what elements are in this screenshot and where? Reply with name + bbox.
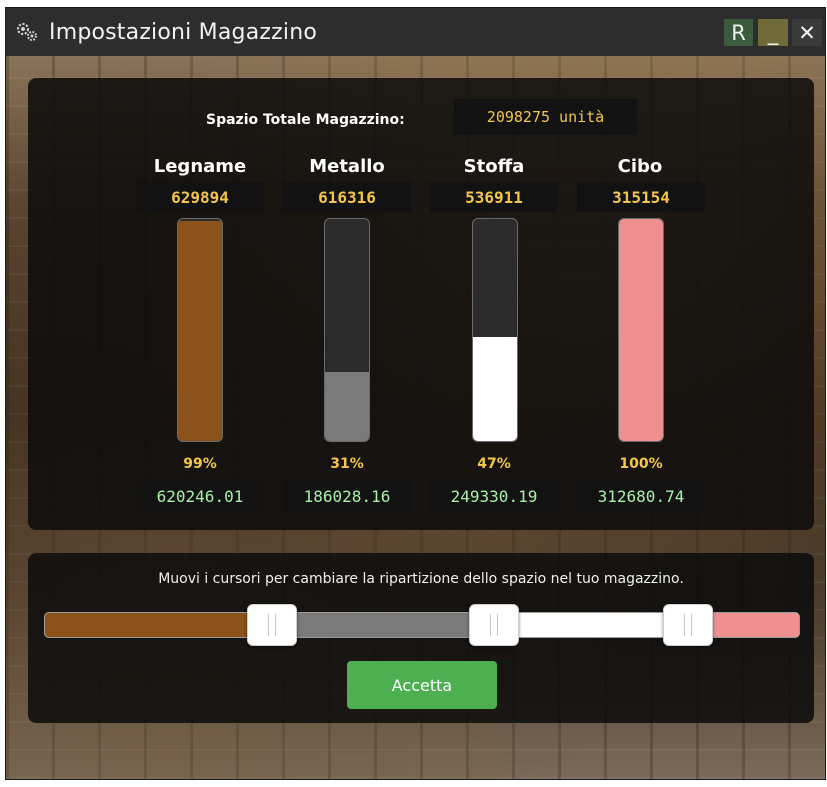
- minimize-button[interactable]: _: [758, 19, 788, 46]
- resource-name-stoffa: Stoffa: [463, 156, 525, 177]
- allocation-segment-stoffa: [492, 613, 686, 637]
- total-space-value: 2098275 unità: [454, 99, 637, 135]
- resource-name-metallo: Metallo: [309, 156, 385, 177]
- grip-icon: [490, 614, 499, 636]
- grip-icon: [267, 614, 276, 636]
- grip-icon: [683, 614, 692, 636]
- resource-capacity-metallo: 616316: [283, 182, 411, 212]
- resource-bar-fill-metallo: [325, 372, 369, 441]
- allocation-handle-1[interactable]: [246, 604, 297, 646]
- resource-capacity-stoffa: 536911: [430, 182, 558, 212]
- resource-used-metallo: 186028.16: [283, 480, 411, 512]
- resource-bar-stoffa: [472, 218, 518, 442]
- resource-bar-fill-cibo: [619, 219, 663, 441]
- allocation-segment-legname: [45, 613, 272, 637]
- window-title: Impostazioni Magazzino: [49, 19, 318, 45]
- resource-percent-metallo: 31%: [330, 456, 364, 472]
- warehouse-settings-window: Impostazioni Magazzino R _ ✕ Spazio Tota…: [6, 8, 825, 779]
- accept-button[interactable]: Accetta: [347, 661, 497, 709]
- resource-percent-stoffa: 47%: [477, 456, 511, 472]
- resource-percent-cibo: 100%: [619, 456, 663, 472]
- resource-bar-metallo: [324, 218, 370, 442]
- resource-percent-legname: 99%: [183, 456, 217, 472]
- resource-used-legname: 620246.01: [136, 480, 264, 512]
- resource-used-cibo: 312680.74: [577, 480, 705, 512]
- reset-button[interactable]: R: [724, 19, 753, 46]
- allocation-handle-2[interactable]: [469, 604, 520, 646]
- allocation-instructions: Muovi i cursori per cambiare la ripartiz…: [158, 571, 684, 587]
- gears-icon: [14, 19, 40, 45]
- allocation-segment-metallo: [271, 613, 493, 637]
- close-button[interactable]: ✕: [792, 19, 822, 46]
- resource-bar-legname: [177, 218, 223, 442]
- resource-capacity-cibo: 315154: [577, 182, 705, 212]
- total-space-label: Spazio Totale Magazzino:: [206, 112, 405, 128]
- title-bar[interactable]: Impostazioni Magazzino R _ ✕: [6, 8, 825, 56]
- allocation-handle-3[interactable]: [662, 604, 713, 646]
- resource-used-stoffa: 249330.19: [430, 480, 558, 512]
- resource-capacity-legname: 629894: [136, 182, 264, 212]
- resource-bar-cibo: [618, 218, 664, 442]
- resource-panel: [28, 78, 814, 530]
- resource-bar-fill-legname: [178, 221, 222, 441]
- resource-bar-fill-stoffa: [473, 336, 517, 441]
- resource-name-cibo: Cibo: [617, 156, 663, 177]
- resource-name-legname: Legname: [153, 156, 247, 177]
